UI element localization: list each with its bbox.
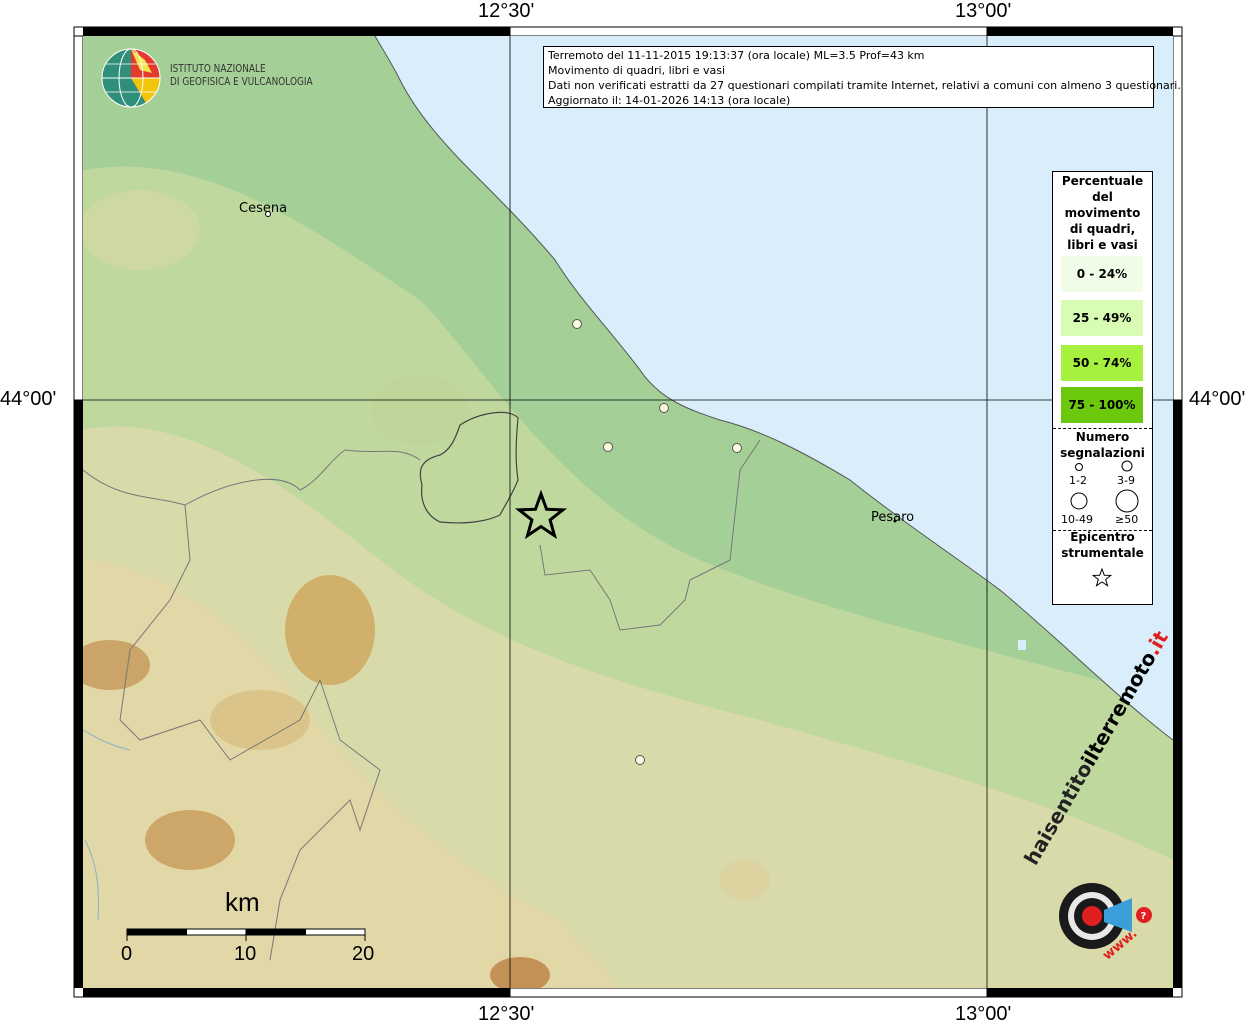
ingv-logo-text: ISTITUTO NAZIONALE DI GEOFISICA E VULCAN… bbox=[170, 63, 313, 89]
legend-title-line: libri e vasi bbox=[1067, 238, 1138, 252]
legend-title-line: Percentuale bbox=[1061, 174, 1144, 188]
legend-swatch-0-24: 0 - 24% bbox=[1061, 256, 1143, 292]
legend-star-icon bbox=[1091, 567, 1113, 587]
legend-title: Percentuale del movimento di quadri, lib… bbox=[1053, 173, 1152, 253]
survey-point[interactable] bbox=[635, 755, 645, 765]
ingv-logo-line2: DI GEOFISICA E VULCANOLOGIA bbox=[170, 76, 313, 88]
svg-text:?: ? bbox=[1141, 911, 1147, 922]
ingv-globe-icon bbox=[101, 48, 161, 108]
legend-size-label: 3-9 bbox=[1117, 474, 1135, 487]
scale-tick-label: 10 bbox=[234, 943, 257, 965]
legend-title-line: del bbox=[1092, 190, 1113, 204]
scale-tick-label: 0 bbox=[121, 943, 133, 965]
city-label-cesena: Cesena bbox=[239, 201, 288, 216]
legend-epicenter-title-line: strumentale bbox=[1061, 546, 1144, 560]
legend-count-title-line: Numero bbox=[1075, 430, 1130, 444]
event-parameter: Movimento di quadri, libri e vasi bbox=[548, 64, 726, 77]
legend-title-line: movimento bbox=[1064, 206, 1141, 220]
lon-label-top-left: 12°30' bbox=[478, 0, 535, 22]
event-info-box: Terremoto del 11-11-2015 19:13:37 (ora l… bbox=[543, 46, 1181, 108]
survey-point[interactable] bbox=[732, 443, 742, 453]
survey-point[interactable] bbox=[603, 442, 613, 452]
lat-label-left: 44°00' bbox=[0, 388, 57, 410]
city-label-pesaro: Pesaro bbox=[871, 510, 915, 525]
map-legend: Percentuale del movimento di quadri, lib… bbox=[1052, 171, 1153, 605]
legend-size-symbols bbox=[1070, 460, 1139, 513]
legend-swatch-75-100: 75 - 100% bbox=[1061, 387, 1143, 423]
survey-point[interactable] bbox=[659, 403, 669, 413]
scale-tick-label: 20 bbox=[352, 943, 375, 965]
event-updated: Aggiornato il: 14-01-2026 14:13 (ora loc… bbox=[548, 94, 791, 107]
legend-swatch-25-49: 25 - 49% bbox=[1061, 300, 1143, 336]
lon-label-bottom-right: 13°00' bbox=[955, 1003, 1012, 1025]
ingv-logo-line1: ISTITUTO NAZIONALE bbox=[170, 63, 266, 75]
legend-size-label: 10-49 bbox=[1061, 513, 1093, 526]
legend-title-line: di quadri, bbox=[1069, 222, 1136, 236]
scale-unit: km bbox=[225, 887, 260, 917]
lon-label-bottom-left: 12°30' bbox=[478, 1003, 535, 1025]
lat-label-right: 44°00' bbox=[1189, 388, 1246, 410]
legend-size-label: 1-2 bbox=[1069, 474, 1087, 487]
legend-swatch-50-74: 50 - 74% bbox=[1061, 345, 1143, 381]
legend-epicenter-title: Epicentro strumentale bbox=[1053, 529, 1152, 561]
event-title: Terremoto del 11-11-2015 19:13:37 (ora l… bbox=[548, 49, 925, 62]
legend-epicenter-title-line: Epicentro bbox=[1070, 530, 1135, 544]
legend-size-label: ≥50 bbox=[1115, 513, 1139, 526]
terrain bbox=[83, 36, 1173, 988]
lon-label-top-right: 13°00' bbox=[955, 0, 1012, 22]
survey-point[interactable] bbox=[572, 319, 582, 329]
event-data-note: Dati non verificati estratti da 27 quest… bbox=[548, 79, 1181, 92]
